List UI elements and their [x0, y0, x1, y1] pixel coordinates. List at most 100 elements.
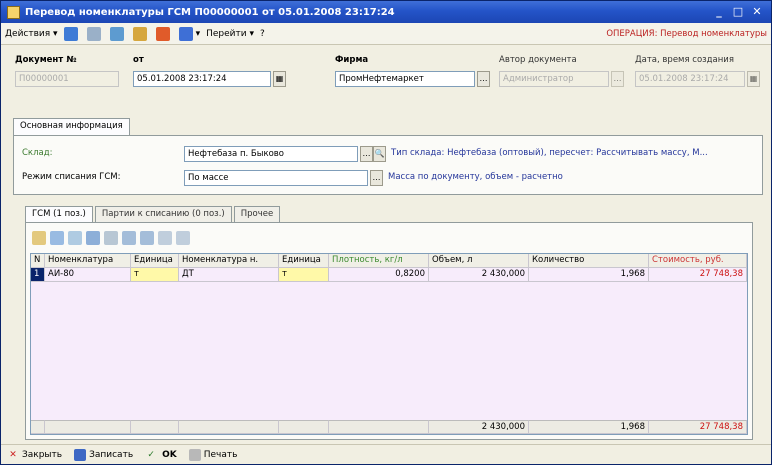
previous-icon[interactable]: [63, 26, 81, 41]
inner-tabs: ГСМ (1 поз.) Партии к списанию (0 поз.) …: [25, 206, 282, 223]
bottom-toolbar: ✕ Закрыть Записать ✓ OK Печать: [1, 444, 771, 464]
grid-toolbar: [32, 231, 194, 247]
col-header-cost[interactable]: Стоимость, руб.: [649, 254, 747, 268]
calendar-icon[interactable]: ▦: [273, 71, 286, 87]
col-header-unit[interactable]: Единица: [131, 254, 179, 268]
col-header-n[interactable]: N: [31, 254, 45, 268]
row-cost[interactable]: 27 748,38: [649, 268, 747, 282]
date-field[interactable]: 05.01.2008 23:17:24: [133, 71, 271, 87]
col-header-volume[interactable]: Объем, л: [429, 254, 529, 268]
sort-desc-icon[interactable]: [176, 231, 190, 245]
col-header-item[interactable]: Номенклатура: [45, 254, 131, 268]
close-icon: ✕: [9, 449, 17, 460]
gsm-table: N Номенклатура Единица Номенклатура н. Е…: [30, 253, 748, 435]
post-icon[interactable]: [155, 26, 173, 41]
total-empty-5: [279, 420, 329, 434]
actions-menu-button[interactable]: Действия ▾: [5, 29, 58, 39]
refresh-icon[interactable]: [109, 26, 127, 41]
mode-label: Режим списания ГСМ:: [22, 172, 121, 182]
warehouse-select-button[interactable]: …: [360, 146, 373, 162]
copy-row-icon[interactable]: [50, 231, 64, 245]
print-icon: [188, 448, 201, 461]
row-volume[interactable]: 2 430,000: [429, 268, 529, 282]
print-button[interactable]: Печать: [188, 448, 237, 461]
tree-icon[interactable]: [132, 26, 150, 41]
goto-menu-button[interactable]: Перейти ▾: [206, 29, 254, 39]
main-toolbar: Действия ▾ ▾ Перейти ▾ ? ОПЕРАЦИЯ: Перев…: [1, 23, 771, 45]
help-button[interactable]: ?: [260, 29, 265, 39]
created-calendar-icon: ▦: [747, 71, 760, 87]
total-empty-1: [31, 420, 45, 434]
warehouse-type-info: Тип склада: Нефтебаза (оптовый), пересче…: [391, 148, 708, 158]
mode-select-button[interactable]: …: [370, 170, 383, 186]
doc-number-field[interactable]: П00000001: [15, 71, 119, 87]
author-select-button: …: [611, 71, 624, 87]
company-label: Фирма: [335, 55, 369, 65]
maximize-button[interactable]: □: [730, 5, 746, 19]
row-new-item[interactable]: ДТ: [179, 268, 279, 282]
check-icon: ✓: [147, 449, 155, 460]
header-panel: Документ № П00000001 от 05.01.2008 23:17…: [13, 53, 763, 113]
save-button[interactable]: Записать: [74, 448, 133, 461]
main-tabs: Основная информация: [13, 118, 132, 136]
tab-other[interactable]: Прочее: [233, 206, 281, 223]
end-edit-icon[interactable]: [104, 231, 118, 245]
total-quantity: 1,968: [529, 420, 649, 434]
structure-icon[interactable]: ▾: [178, 26, 200, 41]
warehouse-field[interactable]: Нефтебаза п. Быково: [184, 146, 358, 162]
total-cost: 27 748,38: [649, 420, 747, 434]
close-window-button[interactable]: ✕: [749, 5, 765, 19]
row-unit[interactable]: т: [131, 268, 179, 282]
row-number[interactable]: 1: [31, 268, 45, 282]
table-totals: 2 430,000 1,968 27 748,38: [31, 420, 747, 434]
row-item[interactable]: АИ-80: [45, 268, 131, 282]
warehouse-label: Склад:: [22, 148, 53, 158]
total-empty-3: [131, 420, 179, 434]
document-icon: [7, 5, 20, 19]
col-header-density[interactable]: Плотность, кг/л: [329, 254, 429, 268]
close-button[interactable]: ✕ Закрыть: [7, 449, 62, 461]
add-row-icon[interactable]: [32, 231, 46, 245]
created-label: Дата, время создания: [635, 55, 734, 65]
col-header-new-item[interactable]: Номенклатура н.: [179, 254, 279, 268]
col-header-new-unit[interactable]: Единица: [279, 254, 329, 268]
window-title: Перевод номенклатуры ГСМ П00000001 от 05…: [25, 6, 395, 18]
author-field: Администратор: [499, 71, 609, 87]
title-bar: Перевод номенклатуры ГСМ П00000001 от 05…: [1, 1, 771, 23]
total-empty-4: [179, 420, 279, 434]
col-header-quantity[interactable]: Количество: [529, 254, 649, 268]
move-down-icon[interactable]: [140, 231, 154, 245]
company-field[interactable]: ПромНефтемаркет: [335, 71, 475, 87]
author-label: Автор документа: [499, 55, 577, 65]
from-label: от: [133, 55, 144, 65]
main-info-panel: Склад: Нефтебаза п. Быково … 🔍 Тип склад…: [13, 135, 763, 195]
sort-asc-icon[interactable]: [158, 231, 172, 245]
total-volume: 2 430,000: [429, 420, 529, 434]
move-up-icon[interactable]: [122, 231, 136, 245]
created-field: 05.01.2008 23:17:24: [635, 71, 745, 87]
minimize-button[interactable]: _: [711, 5, 727, 19]
edit-row-icon[interactable]: [68, 231, 82, 245]
mode-field[interactable]: По массе: [184, 170, 368, 186]
document-window: Перевод номенклатуры ГСМ П00000001 от 05…: [0, 0, 772, 465]
tab-main-info[interactable]: Основная информация: [13, 118, 130, 136]
ok-button[interactable]: ✓ OK: [145, 449, 176, 461]
save-icon: [74, 448, 87, 461]
tab-batches[interactable]: Партии к списанию (0 поз.): [94, 206, 232, 223]
total-empty-6: [329, 420, 429, 434]
table-header: N Номенклатура Единица Номенклатура н. Е…: [31, 254, 747, 268]
warehouse-open-icon[interactable]: 🔍: [373, 146, 386, 162]
tab-gsm[interactable]: ГСМ (1 поз.): [25, 206, 93, 223]
table-row[interactable]: 1 АИ-80 т ДТ т 0,8200 2 430,000 1,968 27…: [31, 268, 747, 282]
row-new-unit[interactable]: т: [279, 268, 329, 282]
gsm-panel: N Номенклатура Единица Номенклатура н. Е…: [25, 222, 753, 440]
row-density[interactable]: 0,8200: [329, 268, 429, 282]
company-select-button[interactable]: …: [477, 71, 490, 87]
operation-link[interactable]: ОПЕРАЦИЯ: Перевод номенклатуры: [606, 29, 767, 39]
doc-number-label: Документ №: [15, 55, 77, 65]
copy-icon[interactable]: [86, 26, 104, 41]
mode-hint: Масса по документу, объем - расчетно: [388, 172, 563, 182]
total-empty-2: [45, 420, 131, 434]
delete-row-icon[interactable]: [86, 231, 100, 245]
row-quantity[interactable]: 1,968: [529, 268, 649, 282]
